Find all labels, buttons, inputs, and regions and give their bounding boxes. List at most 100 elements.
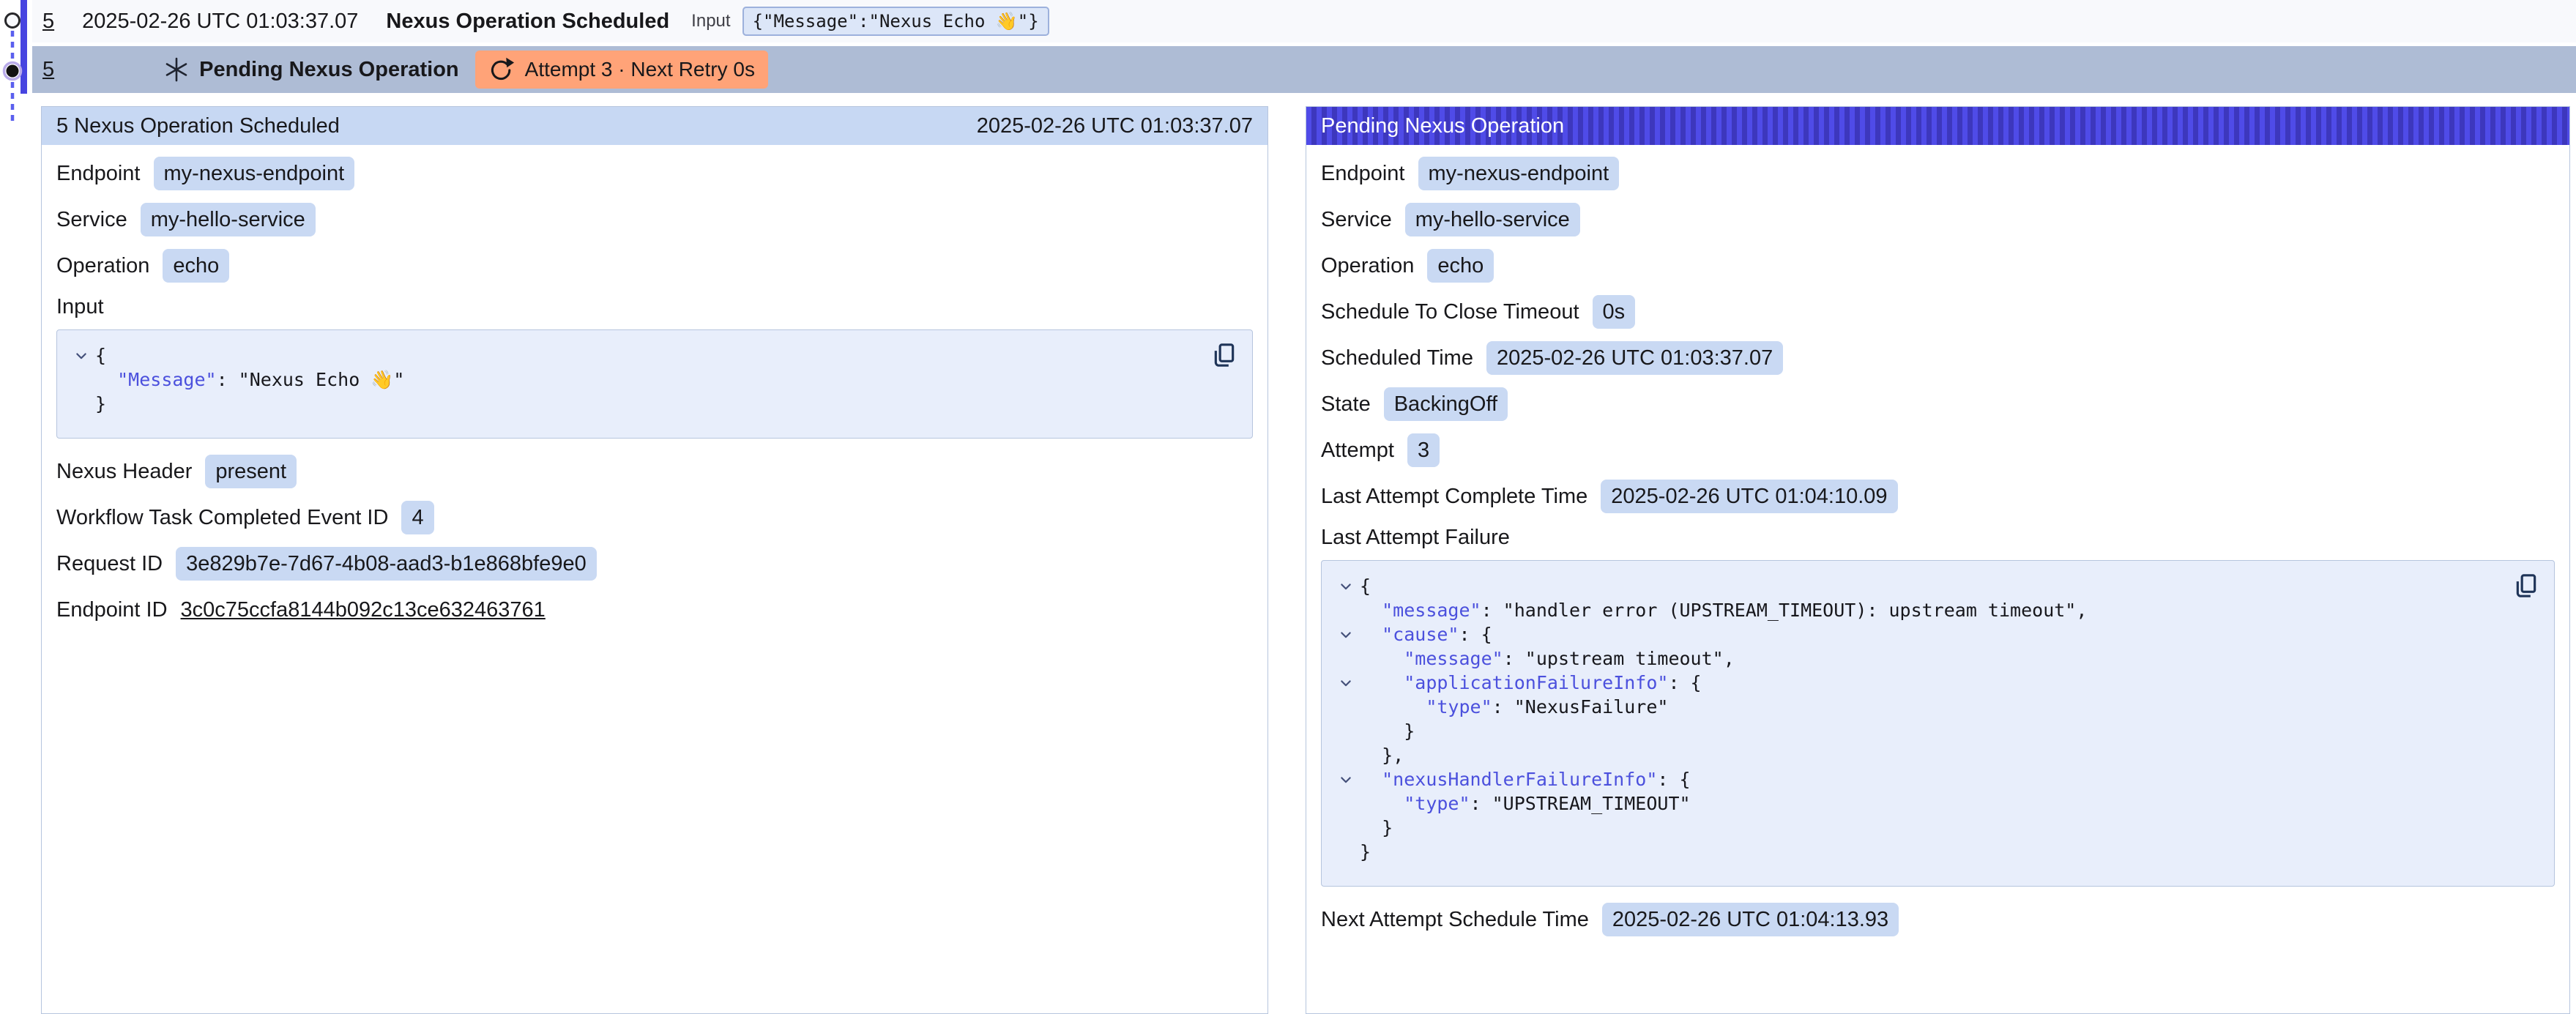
field-value-badge: 2025-02-26 UTC 01:04:13.93 [1602,903,1899,936]
field-value-badge: my-hello-service [1405,203,1580,236]
field-input: Input { "Message": "Nexus Echo 👋"} [56,295,1253,439]
code-text: "type": "UPSTREAM_TIMEOUT" [1360,793,1691,814]
field-service: Service my-hello-service [56,203,1253,236]
field-operation: Operationecho [56,249,1253,283]
json-key: "type" [1426,696,1492,717]
code-line: "nexusHandlerFailureInfo": { [1332,767,2503,791]
field-label: Endpoint ID [56,598,168,622]
field-value-badge: 0s [1593,295,1636,329]
pending-asterisk-icon [164,57,189,82]
field-service: Service my-hello-service [1321,203,2555,236]
field-value-badge: 3 [1407,433,1440,467]
code-line: "type": "UPSTREAM_TIMEOUT" [1332,791,2503,816]
json-viewer-input: { "Message": "Nexus Echo 👋"} [56,329,1253,439]
code-text: } [1360,841,1371,862]
code-text: "type": "NexusFailure" [1360,696,1668,717]
field-value-badge: 2025-02-26 UTC 01:04:10.09 [1601,480,1897,513]
field-value-badge: present [205,455,297,488]
field-value-badge: 3e829b7e-7d67-4b08-aad3-b1e868bfe9e0 [176,547,597,581]
code-text: } [95,393,106,414]
event-row-pending-nexus-operation[interactable]: 5 Pending Nexus Operation Attempt 3 · Ne… [32,46,2576,93]
field-value-badge: my-hello-service [141,203,316,236]
field-value-badge: echo [1427,249,1494,283]
event-time: 2025-02-26 UTC 01:03:37.07 [82,10,358,34]
field-label: Last Attempt Complete Time [1321,485,1587,509]
code-line: }, [1332,743,2503,767]
field-label: Workflow Task Completed Event ID [56,506,388,530]
field-attempt: Attempt 3 [1321,433,2555,467]
collapse-chevron-icon[interactable] [1332,627,1360,642]
event-title: Nexus Operation Scheduled [386,10,669,34]
field-value-badge: my-nexus-endpoint [154,157,355,190]
json-viewer-last-attempt-failure: { "message": "handler error (UPSTREAM_TI… [1321,560,2555,887]
code-line: } [1332,816,2503,840]
field-scheduled-time: Scheduled Time2025-02-26 UTC 01:03:37.07 [1321,341,2555,375]
panel-title: Pending Nexus Operation [1321,114,1564,138]
field-label: Schedule To Close Timeout [1321,300,1579,324]
field-label: Operation [56,254,149,278]
code-line: } [67,392,1201,416]
code-line: "applicationFailureInfo": { [1332,671,2503,695]
event-id-link[interactable]: 5 [42,10,54,34]
collapse-chevron-icon[interactable] [1332,579,1360,594]
field-operation: Operation echo [1321,249,2555,283]
panel-body: Endpointmy-nexus-endpoint Service my-hello… [42,145,1267,627]
code-text: "cause": { [1360,624,1492,645]
field-value-badge: BackingOff [1384,387,1508,421]
field-next-attempt-schedule-time: Next Attempt Schedule Time2025-02-26 UTC… [1321,903,2555,936]
code-text: "applicationFailureInfo": { [1360,672,1702,693]
collapse-chevron-icon[interactable] [1332,772,1360,787]
event-active-dot-icon [7,65,19,78]
code-line: } [1332,719,2503,743]
code-line: "message": "handler error (UPSTREAM_TIME… [1332,598,2503,622]
event-row-nexus-operation-scheduled[interactable]: 5 2025-02-26 UTC 01:03:37.07 Nexus Opera… [32,0,2576,42]
field-schedule-to-close-timeout: Schedule To Close Timeout 0s [1321,295,2555,329]
event-input-label: Input [691,11,730,31]
field-value-link[interactable]: 3c0c75ccfa8144b092c13ce632463761 [181,598,546,622]
timeline-gutter [0,0,34,124]
copy-icon[interactable] [2512,571,2541,600]
field-value-badge: 4 [401,501,433,534]
field-label: Last Attempt Failure [1321,526,2555,550]
json-key: "cause" [1382,624,1459,645]
field-label: Endpoint [1321,162,1405,186]
field-label: Operation [1321,254,1414,278]
attempt-retry-text: Attempt 3 · Next Retry 0s [525,58,755,81]
code-text: "nexusHandlerFailureInfo": { [1360,769,1691,790]
field-label: State [1321,392,1371,417]
field-label: Scheduled Time [1321,346,1473,370]
field-value-badge: my-nexus-endpoint [1418,157,1620,190]
code-line: } [1332,840,2503,864]
json-key: "applicationFailureInfo" [1404,672,1668,693]
attempt-retry-badge: Attempt 3 · Next Retry 0s [475,51,768,89]
json-key: "message" [1382,600,1481,621]
json-key: "nexusHandlerFailureInfo" [1382,769,1657,790]
timeline-bar [21,0,27,94]
field-state: State BackingOff [1321,387,2555,421]
field-label: Service [1321,208,1392,232]
field-last-attempt-failure: Last Attempt Failure { "message": "handle… [1321,526,2555,887]
code-text: } [1360,720,1415,742]
field-label: Service [56,208,127,232]
panel-header-pending: Pending Nexus Operation [1306,107,2569,145]
field-endpoint: Endpoint my-nexus-endpoint [1321,157,2555,190]
code-text: "Message": "Nexus Echo 👋" [95,369,404,391]
field-request-id: Request ID3e829b7e-7d67-4b08-aad3-b1e868… [56,547,1253,581]
field-label: Input [56,295,1253,319]
collapse-chevron-icon[interactable] [1332,676,1360,690]
event-open-dot-icon [6,14,20,28]
field-endpoint: Endpointmy-nexus-endpoint [56,157,1253,190]
event-input-value-chip: {"Message":"Nexus Echo 👋"} [742,7,1049,36]
json-key: "type" [1404,793,1470,814]
event-id-link[interactable]: 5 [42,58,54,82]
field-label: Attempt [1321,439,1394,463]
panel-nexus-operation-scheduled: 5 Nexus Operation Scheduled 2025-02-26 U… [41,106,1268,1014]
code-line: "type": "NexusFailure" [1332,695,2503,719]
event-detail-panels: 5 Nexus Operation Scheduled 2025-02-26 U… [41,106,2570,1014]
retry-icon [488,56,515,83]
code-line: "Message": "Nexus Echo 👋" [67,368,1201,392]
collapse-chevron-icon[interactable] [67,348,95,363]
code-line: { [1332,574,2503,598]
copy-icon[interactable] [1210,340,1239,370]
code-text: } [1360,817,1393,838]
